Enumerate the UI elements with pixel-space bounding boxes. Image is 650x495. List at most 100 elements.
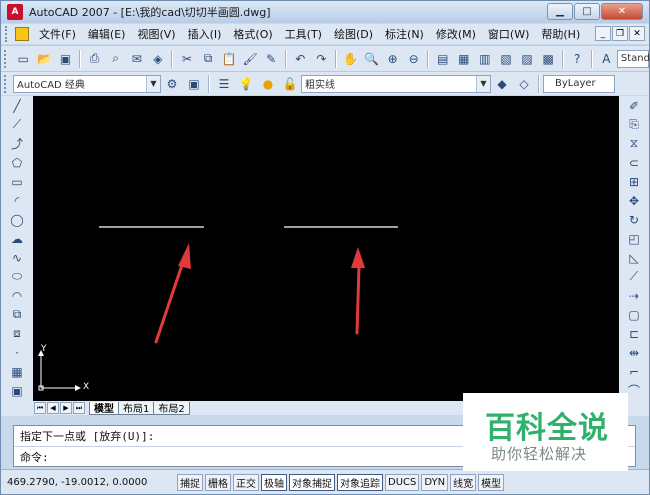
maximize-button[interactable]: □ xyxy=(574,3,600,20)
last-tab-icon[interactable]: ⏭ xyxy=(73,402,85,414)
polyline-icon[interactable]: ⤴ xyxy=(6,134,28,153)
autocad-app-icon[interactable]: A xyxy=(7,4,23,20)
tab-layout1[interactable]: 布局1 xyxy=(118,401,155,415)
color-control-select[interactable]: ByLayer xyxy=(543,74,615,93)
break-at-point-icon[interactable]: ▢ xyxy=(623,305,645,324)
layer-on-icon[interactable]: 💡 xyxy=(236,74,256,94)
layer-previous-icon[interactable]: ◇ xyxy=(514,74,534,94)
offset-icon[interactable]: ⊂ xyxy=(623,153,645,172)
make-object-layer-current-icon[interactable]: ◆ xyxy=(492,74,512,94)
join-icon[interactable]: ⇹ xyxy=(623,343,645,362)
spline-icon[interactable]: ∿ xyxy=(6,248,28,267)
model-toggle[interactable]: 模型 xyxy=(478,473,505,491)
rectangle-icon[interactable]: ▭ xyxy=(6,172,28,191)
break-icon[interactable]: ⊏ xyxy=(623,324,645,343)
menu-dimension[interactable]: 标注(N) xyxy=(379,26,430,42)
help-icon[interactable]: ? xyxy=(568,49,587,69)
design-center-icon[interactable]: ▦ xyxy=(454,49,473,69)
mirror-icon[interactable]: ⧖ xyxy=(623,134,645,153)
stretch-icon[interactable]: ◺ xyxy=(623,248,645,267)
workspace-settings-icon[interactable]: ⚙ xyxy=(162,74,182,94)
polygon-icon[interactable]: ⬠ xyxy=(6,153,28,172)
drawing-canvas[interactable]: Y X xyxy=(33,96,620,401)
markup-icon[interactable]: ▨ xyxy=(518,49,537,69)
erase-icon[interactable]: ✐ xyxy=(623,96,645,115)
menu-edit[interactable]: 编辑(E) xyxy=(82,26,132,42)
layer-freeze-icon[interactable]: ● xyxy=(258,74,278,94)
zoom-previous-icon[interactable]: ⊖ xyxy=(404,49,423,69)
toolbar-grip[interactable] xyxy=(4,49,10,68)
tab-layout2[interactable]: 布局2 xyxy=(153,401,190,415)
menu-modify[interactable]: 修改(M) xyxy=(430,26,482,42)
paste-icon[interactable]: 📋 xyxy=(220,49,239,69)
point-icon[interactable]: · xyxy=(6,343,28,362)
construction-line-icon[interactable]: ⟋ xyxy=(6,115,28,134)
menu-insert[interactable]: 插入(I) xyxy=(182,26,228,42)
doc-minimize-button[interactable]: _ xyxy=(595,26,611,41)
zoom-realtime-icon[interactable]: 🔍 xyxy=(362,49,381,69)
doc-close-button[interactable]: ✕ xyxy=(629,26,645,41)
trim-icon[interactable]: ⟋ xyxy=(623,267,645,286)
circle-icon[interactable]: ◯ xyxy=(6,210,28,229)
scale-icon[interactable]: ◰ xyxy=(623,229,645,248)
menu-format[interactable]: 格式(O) xyxy=(227,26,278,42)
ortho-toggle[interactable]: 正交 xyxy=(233,473,259,491)
cut-icon[interactable]: ✂ xyxy=(177,49,196,69)
move-icon[interactable]: ✥ xyxy=(623,191,645,210)
doc-restore-button[interactable]: ❐ xyxy=(612,26,628,41)
otrack-toggle[interactable]: 对象追踪 xyxy=(337,473,383,491)
toolbar-grip-2[interactable] xyxy=(4,74,10,93)
open-icon[interactable]: 📂 xyxy=(35,49,54,69)
ellipse-icon[interactable]: ⬭ xyxy=(6,267,28,286)
text-style-icon[interactable]: A xyxy=(597,49,616,69)
match-properties-icon[interactable]: 🖌 xyxy=(241,49,260,69)
publish-icon[interactable]: ✉ xyxy=(127,49,146,69)
tab-model[interactable]: 模型 xyxy=(89,401,119,415)
document-icon[interactable] xyxy=(15,27,29,41)
extend-icon[interactable]: ⇢ xyxy=(623,286,645,305)
polar-toggle[interactable]: 极轴 xyxy=(261,473,287,491)
menu-window[interactable]: 窗口(W) xyxy=(482,26,535,42)
first-tab-icon[interactable]: ⏮ xyxy=(34,402,46,414)
grid-toggle[interactable]: 栅格 xyxy=(205,473,231,491)
copy-icon[interactable]: ⧉ xyxy=(198,49,217,69)
menu-grip[interactable] xyxy=(5,26,15,42)
minimize-button[interactable]: ▁ xyxy=(547,3,573,20)
print-icon[interactable]: ⎙ xyxy=(85,49,104,69)
save-icon[interactable]: ▣ xyxy=(56,49,75,69)
rotate-icon[interactable]: ↻ xyxy=(623,210,645,229)
insert-block-icon[interactable]: ⧉ xyxy=(6,305,28,324)
ellipse-arc-icon[interactable]: ◠ xyxy=(6,286,28,305)
calculator-icon[interactable]: ▩ xyxy=(539,49,558,69)
workspace-select[interactable]: AutoCAD 经典 ▼ xyxy=(13,74,161,93)
hatch-icon[interactable]: ▦ xyxy=(6,362,28,381)
dyn-toggle[interactable]: DYN xyxy=(421,473,449,491)
new-icon[interactable]: ▭ xyxy=(14,49,33,69)
pan-icon[interactable]: ✋ xyxy=(341,49,360,69)
prev-tab-icon[interactable]: ◀ xyxy=(47,402,59,414)
lineweight-toggle[interactable]: 线宽 xyxy=(450,473,477,491)
next-tab-icon[interactable]: ▶ xyxy=(60,402,72,414)
menu-draw[interactable]: 绘图(D) xyxy=(328,26,379,42)
make-block-icon[interactable]: ⧈ xyxy=(6,324,28,343)
layer-select[interactable]: 粗实线 ▼ xyxy=(301,74,491,93)
layer-manager-icon[interactable]: ☰ xyxy=(214,74,234,94)
layer-lock-icon[interactable]: 🔓 xyxy=(280,74,300,94)
chamfer-icon[interactable]: ⌐ xyxy=(623,362,645,381)
block-editor-icon[interactable]: ✎ xyxy=(262,49,281,69)
close-button[interactable]: ✕ xyxy=(601,3,643,20)
region-icon[interactable]: ▣ xyxy=(6,381,28,400)
osnap-toggle[interactable]: 对象捕捉 xyxy=(289,473,335,491)
properties-icon[interactable]: ▤ xyxy=(433,49,452,69)
menu-tools[interactable]: 工具(T) xyxy=(279,26,328,42)
copy-object-icon[interactable]: ⎘ xyxy=(623,115,645,134)
revision-cloud-icon[interactable]: ☁ xyxy=(6,229,28,248)
menu-help[interactable]: 帮助(H) xyxy=(535,26,586,42)
ducs-toggle[interactable]: DUCS xyxy=(385,473,420,491)
undo-icon[interactable]: ↶ xyxy=(291,49,310,69)
coordinate-readout[interactable]: 469.2790, -19.0012, 0.0000 xyxy=(7,473,175,491)
line-icon[interactable]: ╱ xyxy=(6,96,28,115)
arc-icon[interactable]: ◜ xyxy=(6,191,28,210)
tool-palettes-icon[interactable]: ▥ xyxy=(475,49,494,69)
workspace-save-icon[interactable]: ▣ xyxy=(184,74,204,94)
